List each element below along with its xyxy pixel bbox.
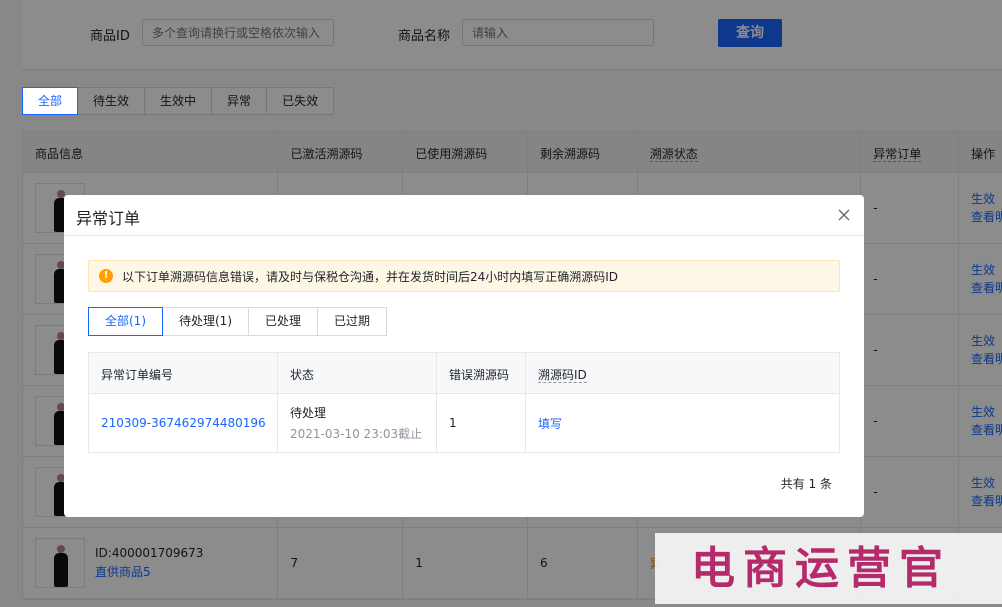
watermark: 电商运营官	[655, 533, 1002, 604]
modal-header: 异常订单	[64, 195, 864, 236]
wrong-code-cell: 1	[437, 394, 526, 452]
close-icon[interactable]	[836, 207, 852, 223]
col-trace-code-id-label: 溯源码ID	[538, 368, 587, 383]
col-wrong-code: 错误溯源码	[437, 353, 526, 393]
modal-tab-expired[interactable]: 已过期	[317, 307, 388, 336]
status-text: 待处理	[290, 406, 327, 420]
col-order-no: 异常订单编号	[89, 353, 278, 393]
col-trace-code-id: 溯源码ID	[526, 353, 839, 393]
fill-in-link[interactable]: 填写	[538, 415, 827, 432]
abnormal-orders-table: 异常订单编号 状态 错误溯源码 溯源码ID 210309-36746297448…	[88, 352, 840, 453]
warning-icon: !	[99, 269, 113, 283]
table-row: 210309-367462974480196 待处理 2021-03-10 23…	[89, 394, 839, 452]
tab-all[interactable]: 全部	[22, 87, 79, 115]
modal-tabs: 全部(1) 待处理(1) 已处理 已过期	[88, 307, 388, 336]
modal-title: 异常订单	[76, 209, 141, 228]
modal-tab-all[interactable]: 全部(1)	[88, 307, 163, 336]
modal-tab-pending[interactable]: 待处理(1)	[162, 307, 249, 336]
total-count: 共有 1 条	[780, 477, 832, 491]
col-status: 状态	[278, 353, 437, 393]
deadline-text: 2021-03-10 23:03截止	[290, 427, 423, 441]
modal-table-header: 异常订单编号 状态 错误溯源码 溯源码ID	[89, 353, 839, 394]
action-cell: 填写	[526, 394, 839, 452]
order-no-link[interactable]: 210309-367462974480196	[101, 416, 266, 430]
modal-tab-processed[interactable]: 已处理	[248, 307, 319, 336]
status-cell: 待处理 2021-03-10 23:03截止	[278, 394, 437, 452]
abnormal-orders-modal: 异常订单 ! 以下订单溯源码信息错误，请及时与保税仓沟通，并在发货时间后24小时…	[64, 195, 864, 517]
wrong-code-value: 1	[449, 416, 457, 430]
order-no-cell: 210309-367462974480196	[89, 394, 278, 452]
alert-text: 以下订单溯源码信息错误，请及时与保税仓沟通，并在发货时间后24小时内填写正确溯源…	[122, 269, 619, 284]
warning-alert: ! 以下订单溯源码信息错误，请及时与保税仓沟通，并在发货时间后24小时内填写正确…	[88, 260, 840, 292]
